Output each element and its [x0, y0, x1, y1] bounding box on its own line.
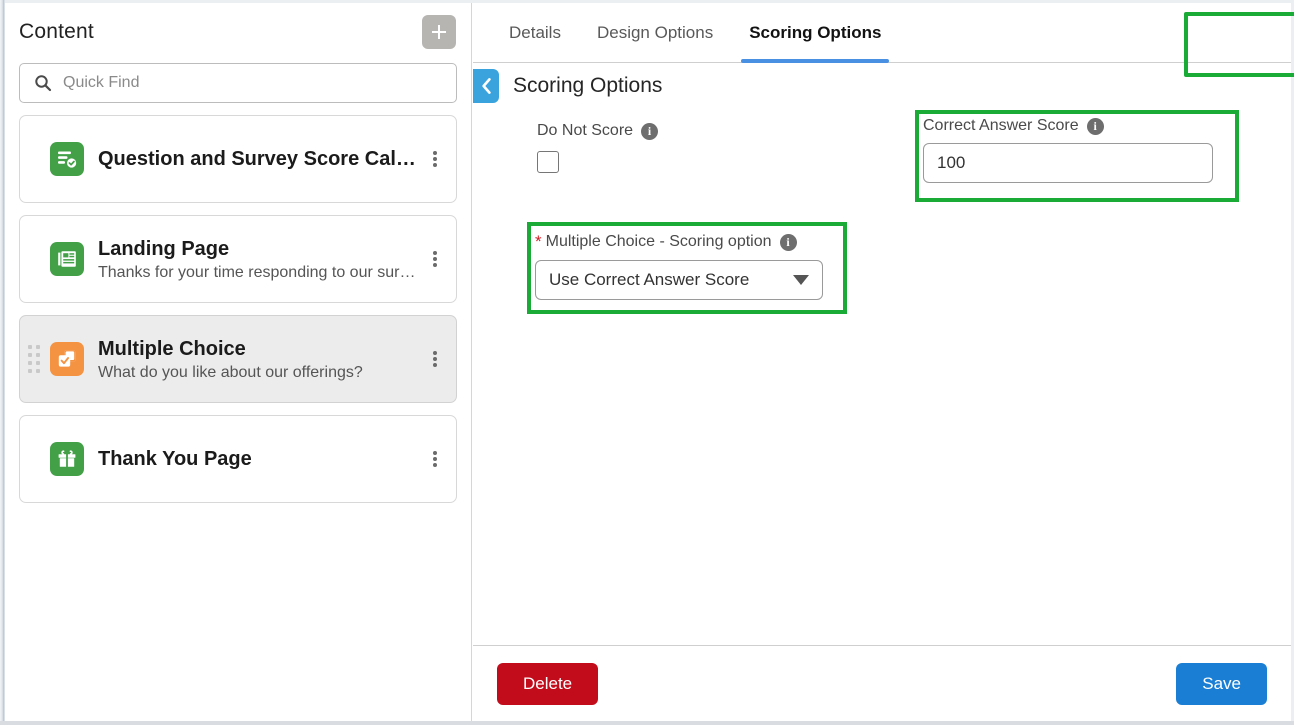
correct-answer-score-label: Correct Answer Score	[923, 117, 1079, 134]
chevron-left-icon	[481, 78, 491, 94]
list-item-question-survey-score[interactable]: Question and Survey Score Calc...	[19, 115, 457, 203]
correct-answer-score-input[interactable]	[923, 143, 1213, 183]
panel-heading: Scoring Options	[513, 74, 663, 97]
content-list: Question and Survey Score Calc... Landin…	[5, 115, 471, 503]
do-not-score-checkbox[interactable]	[537, 151, 559, 173]
list-item-multiple-choice[interactable]: Multiple Choice What do you like about o…	[19, 315, 457, 403]
scoring-option-label-row: * Multiple Choice - Scoring option i	[535, 232, 845, 252]
multiple-choice-icon	[50, 342, 84, 376]
quick-find-container[interactable]	[19, 63, 457, 103]
list-item-text: Landing Page Thanks for your time respon…	[98, 237, 416, 282]
field-correct-answer-score: Correct Answer Score i	[923, 117, 1235, 183]
required-marker: *	[535, 232, 542, 251]
field-do-not-score: Do Not Score i	[537, 122, 659, 173]
back-button[interactable]	[473, 69, 499, 103]
survey-score-icon	[50, 142, 84, 176]
tab-scoring-options[interactable]: Scoring Options	[731, 3, 899, 63]
do-not-score-label-row: Do Not Score i	[537, 122, 659, 140]
correct-answer-score-label-row: Correct Answer Score i	[923, 117, 1235, 135]
tab-details[interactable]: Details	[491, 3, 579, 62]
plus-icon	[432, 25, 446, 39]
sidebar-header: Content	[5, 3, 471, 61]
footer-action-bar: Delete Save	[473, 645, 1291, 721]
list-item-landing-page[interactable]: Landing Page Thanks for your time respon…	[19, 215, 457, 303]
page-title: Content	[19, 20, 94, 43]
editor-panel: Details Design Options Scoring Options S…	[473, 3, 1294, 721]
kebab-menu-icon[interactable]	[426, 348, 444, 370]
list-item-text: Question and Survey Score Calc...	[98, 147, 416, 172]
landing-page-icon	[50, 242, 84, 276]
delete-button[interactable]: Delete	[497, 662, 599, 705]
search-icon	[34, 74, 52, 92]
save-button[interactable]: Save	[1176, 662, 1267, 705]
do-not-score-label: Do Not Score	[537, 122, 634, 139]
scoring-option-label: Multiple Choice - Scoring option	[545, 233, 772, 250]
scoring-option-selected-value: Use Correct Answer Score	[549, 270, 750, 289]
gift-icon	[50, 442, 84, 476]
list-item-subtitle: What do you like about our offerings?	[98, 363, 363, 381]
info-icon[interactable]: i	[641, 122, 659, 140]
window-bottom-edge	[0, 721, 1294, 725]
tab-bar: Details Design Options Scoring Options	[473, 3, 1294, 77]
list-item-thank-you-page[interactable]: Thank You Page	[19, 415, 457, 503]
list-item-title: Thank You Page	[98, 447, 252, 470]
panel-header: Scoring Options	[473, 63, 1291, 109]
scoring-option-select[interactable]: Use Correct Answer Score	[535, 260, 823, 300]
content-sidebar: Content Quick Find Question and Survey S…	[5, 3, 472, 721]
kebab-menu-icon[interactable]	[426, 148, 444, 170]
kebab-menu-icon[interactable]	[426, 448, 444, 470]
list-item-text: Thank You Page	[98, 447, 416, 472]
panel-body: Do Not Score i Correct Answer Score i * …	[473, 109, 1291, 645]
chevron-down-icon	[793, 275, 809, 285]
search-input[interactable]	[61, 73, 446, 93]
list-item-title: Multiple Choice	[98, 337, 246, 360]
list-item-text: Multiple Choice What do you like about o…	[98, 337, 416, 382]
kebab-menu-icon[interactable]	[426, 248, 444, 270]
list-item-title: Question and Survey Score Calc...	[98, 147, 416, 170]
list-item-subtitle: Thanks for your time responding to our s…	[98, 263, 416, 281]
info-icon[interactable]: i	[779, 233, 797, 251]
info-icon[interactable]: i	[1086, 117, 1104, 135]
add-content-button[interactable]	[422, 15, 456, 49]
app-window: Content Quick Find Question and Survey S…	[0, 0, 1294, 725]
tab-design-options[interactable]: Design Options	[579, 3, 731, 62]
field-scoring-option: * Multiple Choice - Scoring option i Use…	[535, 232, 845, 300]
drag-handle[interactable]	[28, 345, 40, 373]
list-item-title: Landing Page	[98, 237, 230, 260]
